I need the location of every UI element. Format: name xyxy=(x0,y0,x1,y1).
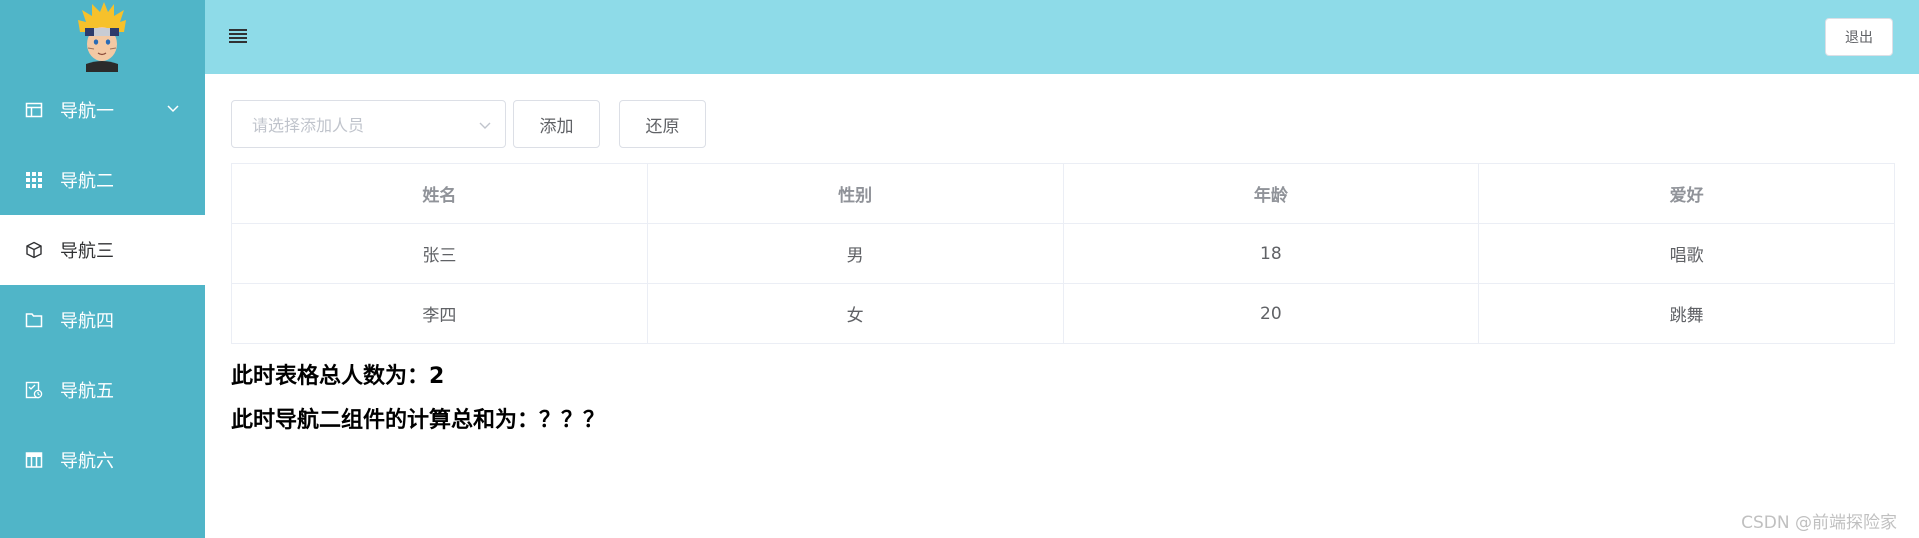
top-header: 退出 xyxy=(205,0,1919,74)
sidebar-item-nav4[interactable]: 导航四 xyxy=(0,285,205,355)
sidebar-item-label: 导航一 xyxy=(60,101,114,122)
table-cell: 女 xyxy=(646,283,1064,344)
total-people-text: 此时表格总人数为：2 xyxy=(231,364,445,389)
table-cell: 张三 xyxy=(231,223,648,284)
column-header-name: 姓名 xyxy=(231,163,648,224)
reset-button[interactable]: 还原 xyxy=(619,100,706,148)
table-cell: 李四 xyxy=(231,283,648,344)
person-select-input[interactable] xyxy=(233,102,484,148)
sidebar: 导航一 导航二 导航三 导航四 导航五 导航六 xyxy=(0,0,205,538)
table-icon xyxy=(24,100,44,120)
sidebar-item-nav5[interactable]: 导航五 xyxy=(0,355,205,425)
table-cell: 唱歌 xyxy=(1478,223,1895,284)
grid-icon xyxy=(24,170,44,190)
sidebar-item-label: 导航四 xyxy=(60,311,114,332)
add-button[interactable]: 添加 xyxy=(513,100,600,148)
table-layout-icon xyxy=(24,450,44,470)
menu-toggle-icon[interactable] xyxy=(229,27,249,45)
table-row: 李四 女 20 跳舞 xyxy=(231,283,1895,344)
column-header-age: 年龄 xyxy=(1062,163,1480,224)
sidebar-item-nav6[interactable]: 导航六 xyxy=(0,425,205,495)
column-header-gender: 性别 xyxy=(646,163,1064,224)
sidebar-item-label: 导航二 xyxy=(60,171,114,192)
sidebar-item-nav1[interactable]: 导航一 xyxy=(0,75,205,145)
box-icon xyxy=(24,240,44,260)
table-cell: 跳舞 xyxy=(1478,283,1895,344)
nav2-sum-text: 此时导航二组件的计算总和为：？？？ xyxy=(231,408,606,433)
folder-icon xyxy=(24,310,44,330)
sidebar-item-label: 导航六 xyxy=(60,451,114,472)
table-cell: 男 xyxy=(646,223,1064,284)
people-table: 姓名 性别 年龄 爱好 张三 男 18 唱歌 李四 女 20 跳舞 xyxy=(231,163,1895,344)
avatar xyxy=(76,2,128,72)
chevron-down-icon xyxy=(477,117,493,133)
logout-button[interactable]: 退出 xyxy=(1825,18,1893,56)
watermark: CSDN @前端探险家 xyxy=(1741,513,1897,533)
table-cell: 18 xyxy=(1062,223,1480,284)
table-cell: 20 xyxy=(1062,283,1480,344)
chevron-down-icon xyxy=(165,100,181,116)
person-select[interactable] xyxy=(231,100,506,148)
table-header-row: 姓名 性别 年龄 爱好 xyxy=(231,163,1895,224)
table-row: 张三 男 18 唱歌 xyxy=(231,223,1895,284)
sidebar-item-nav3[interactable]: 导航三 xyxy=(0,215,205,285)
sidebar-item-label: 导航三 xyxy=(60,241,114,262)
sidebar-item-nav2[interactable]: 导航二 xyxy=(0,145,205,215)
sidebar-item-label: 导航五 xyxy=(60,381,114,402)
clipboard-clock-icon xyxy=(24,380,44,400)
column-header-hobby: 爱好 xyxy=(1478,163,1895,224)
